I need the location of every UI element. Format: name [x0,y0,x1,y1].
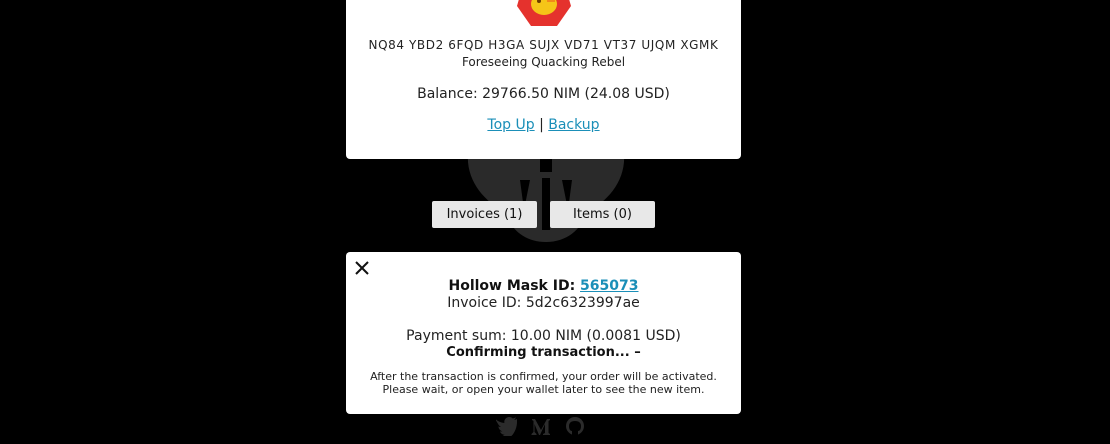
invoice-note-line-1: After the transaction is confirmed, your… [370,370,717,383]
page: NQ84 YBD2 6FQD H3GA SUJX VD71 VT37 UJQM … [0,0,1110,444]
invoice-title-prefix: Hollow Mask ID: [448,278,581,294]
backup-link[interactable]: Backup [548,117,599,133]
close-icon[interactable] [353,259,371,277]
top-up-link[interactable]: Top Up [487,117,534,133]
github-icon[interactable] [564,416,586,436]
identicon-avatar-icon [517,0,571,26]
invoice-note-line-2: Please wait, or open your wallet later t… [382,383,705,396]
payment-sum: Payment sum: 10.00 NIM (0.0081 USD) [406,328,681,344]
mask-id-link[interactable]: 565073 [580,278,638,294]
invoices-tab-button[interactable]: Invoices (1) [432,201,537,228]
wallet-balance: Balance: 29766.50 NIM (24.08 USD) [417,86,670,102]
invoice-note: After the transaction is confirmed, your… [346,370,741,396]
wallet-address: NQ84 YBD2 6FQD H3GA SUJX VD71 VT37 UJQM … [368,38,719,52]
invoice-title: Hollow Mask ID: 565073 [346,278,741,294]
wallet-name: Foreseeing Quacking Rebel [461,55,626,69]
wallet-links: Top Up | Backup [346,117,741,133]
transaction-status: Confirming transaction... – [446,345,641,360]
link-separator: | [539,117,544,133]
items-tab-button[interactable]: Items (0) [550,201,655,228]
twitter-icon[interactable] [496,416,518,436]
invoice-id: Invoice ID: 5d2c6323997ae [447,295,640,311]
medium-icon[interactable] [530,416,552,436]
mascot-silhouette-icon [467,151,625,242]
